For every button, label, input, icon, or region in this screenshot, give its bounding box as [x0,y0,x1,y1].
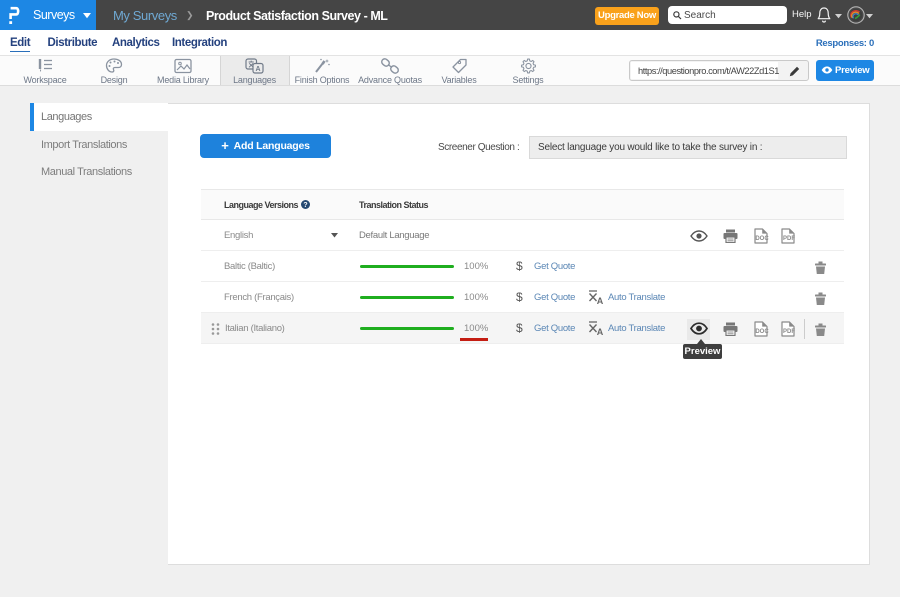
svg-text:DOC: DOC [755,329,769,335]
svg-text:A: A [597,327,604,336]
svg-text:DOC: DOC [755,236,769,242]
svg-text:A: A [597,296,604,305]
svg-text:A: A [255,66,260,73]
svg-text:?: ? [303,202,307,209]
svg-text:PDF: PDF [783,236,795,242]
svg-text:PDF: PDF [783,329,795,335]
